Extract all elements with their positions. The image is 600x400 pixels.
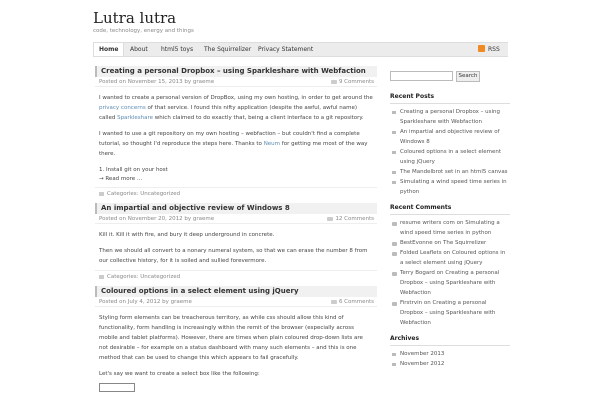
text: I wanted to create a personal version of… [99, 95, 373, 101]
category-text: Categories: Uncategorized [107, 191, 181, 197]
recent-comment: BestEvonne on The Squirrelizer [390, 238, 510, 248]
post-paragraph: Styling form elements can be treacherous… [99, 315, 363, 361]
nav-item-home[interactable]: Home [93, 43, 125, 56]
comment-author-link[interactable]: Terry Bogard [400, 270, 435, 276]
post-paragraph: Then we should all convert to a nonary n… [99, 248, 368, 264]
recent-comment: Folded Leaflets on Coloured options in a… [390, 248, 510, 268]
archives-title: Archives [390, 332, 510, 346]
post-body: Styling form elements can be treacherous… [95, 313, 377, 396]
recent-comment: Firstrvin on Creating a personal Dropbox… [390, 298, 510, 328]
text: on [422, 300, 433, 306]
comments-link[interactable]: 6 Comments [330, 297, 374, 307]
recent-post-link[interactable]: Coloured options in a select element usi… [390, 147, 510, 167]
comment-icon [330, 299, 337, 304]
text: on [441, 250, 452, 256]
nav-item-html5-toys[interactable]: html5 toys [156, 43, 198, 56]
comment-author-link[interactable]: resume writers com [400, 220, 455, 226]
recent-post-link[interactable]: Simulating a wind speed time series in p… [390, 177, 510, 197]
comments-link[interactable]: 9 Comments [330, 77, 374, 87]
post-meta: Posted on November 15, 2013 by graeme 9 … [95, 77, 377, 87]
comments-count: 6 Comments [338, 299, 374, 305]
recent-comments-title: Recent Comments [390, 201, 510, 215]
neum-link[interactable]: Neum [264, 141, 280, 147]
post-date-author: Posted on November 20, 2012 by graeme [99, 216, 215, 222]
nav-item-privacy-statement[interactable]: Privacy Statement [253, 43, 318, 56]
search-button[interactable]: Search [456, 71, 480, 82]
comment-icon [327, 216, 334, 221]
text: on [432, 240, 443, 246]
post-date-author: Posted on November 15, 2013 by graeme [99, 79, 215, 85]
post-list-item: 1. Install git on your host [99, 167, 168, 173]
post-meta: Posted on November 20, 2012 by graeme 12… [95, 214, 377, 224]
recent-comments-list: resume writers com on Simulating a wind … [390, 218, 510, 328]
main-navigation: Home About html5 toys The Squirrelizer P… [93, 42, 508, 57]
comment-icon [330, 79, 337, 84]
post-title[interactable]: Creating a personal Dropbox – using Spar… [95, 66, 377, 77]
post-paragraph: Let's say we want to create a select box… [99, 371, 260, 377]
read-more-link[interactable]: → Read more … [99, 175, 373, 183]
recent-comment: Terry Bogard on Creating a personal Drop… [390, 268, 510, 298]
comments-link[interactable]: 12 Comments [327, 214, 374, 224]
post: An impartial and objective review of Win… [95, 203, 377, 282]
comment-post-link[interactable]: The Squirrelizer [443, 240, 486, 246]
sidebar: Search Recent Posts Creating a personal … [390, 70, 510, 369]
comments-count: 9 Comments [338, 79, 374, 85]
recent-comment: resume writers com on Simulating a wind … [390, 218, 510, 238]
post-title[interactable]: An impartial and objective review of Win… [95, 203, 377, 214]
privacy-concerns-link[interactable]: privacy concerns [99, 105, 146, 111]
post-paragraph: Kill it. Kill it with fire, and bury it … [99, 232, 275, 238]
recent-posts-title: Recent Posts [390, 90, 510, 104]
rss-link[interactable]: RSS [478, 44, 500, 55]
folder-icon [99, 274, 104, 279]
archive-link[interactable]: November 2013 [390, 349, 510, 359]
post-body: Kill it. Kill it with fire, and bury it … [95, 230, 377, 266]
text: which claimed to do exactly that, being … [153, 115, 364, 121]
comment-author-link[interactable]: Folded Leaflets [400, 250, 442, 256]
sparkleshare-link[interactable]: Sparkleshare [117, 115, 153, 121]
comment-author-link[interactable]: Firstrvin [400, 300, 422, 306]
comment-author-link[interactable]: BestEvonne [400, 240, 433, 246]
text: on [434, 270, 446, 276]
rss-icon [478, 45, 485, 52]
search-form: Search [390, 70, 510, 84]
nav-item-squirrelizer[interactable]: The Squirrelizer [199, 43, 256, 56]
example-select-box[interactable] [99, 383, 135, 392]
recent-post-link[interactable]: An impartial and objective review of Win… [390, 127, 510, 147]
site-tagline: code, technology, energy and things [93, 28, 194, 34]
comments-count: 12 Comments [335, 216, 374, 222]
post-paragraph: I wanted to create a personal version of… [99, 93, 373, 123]
post-title[interactable]: Coloured options in a select element usi… [95, 286, 377, 297]
post: Coloured options in a select element usi… [95, 286, 377, 396]
post-paragraph: I wanted to use a git repository on my o… [99, 129, 373, 159]
recent-posts-list: Creating a personal Dropbox – using Spar… [390, 107, 510, 197]
post-meta: Posted on July 4, 2012 by graeme 6 Comme… [95, 297, 377, 307]
content-area: Creating a personal Dropbox – using Spar… [95, 66, 377, 396]
folder-icon [99, 191, 104, 196]
archive-link[interactable]: November 2012 [390, 359, 510, 369]
site-title[interactable]: Lutra lutra [93, 9, 176, 27]
recent-post-link[interactable]: Creating a personal Dropbox – using Spar… [390, 107, 510, 127]
recent-post-link[interactable]: The Mandelbrot set in an html5 canvas [390, 167, 510, 177]
post-body: I wanted to create a personal version of… [95, 93, 377, 183]
post: Creating a personal Dropbox – using Spar… [95, 66, 377, 199]
category-text: Categories: Uncategorized [107, 274, 181, 280]
nav-item-about[interactable]: About [125, 43, 153, 56]
text: on [454, 220, 466, 226]
post-categories: Categories: Uncategorized [95, 187, 377, 199]
post-categories: Categories: Uncategorized [95, 270, 377, 282]
rss-label: RSS [488, 46, 500, 53]
archives-list: November 2013 November 2012 [390, 349, 510, 369]
post-date-author: Posted on July 4, 2012 by graeme [99, 299, 192, 305]
search-input[interactable] [390, 71, 453, 81]
